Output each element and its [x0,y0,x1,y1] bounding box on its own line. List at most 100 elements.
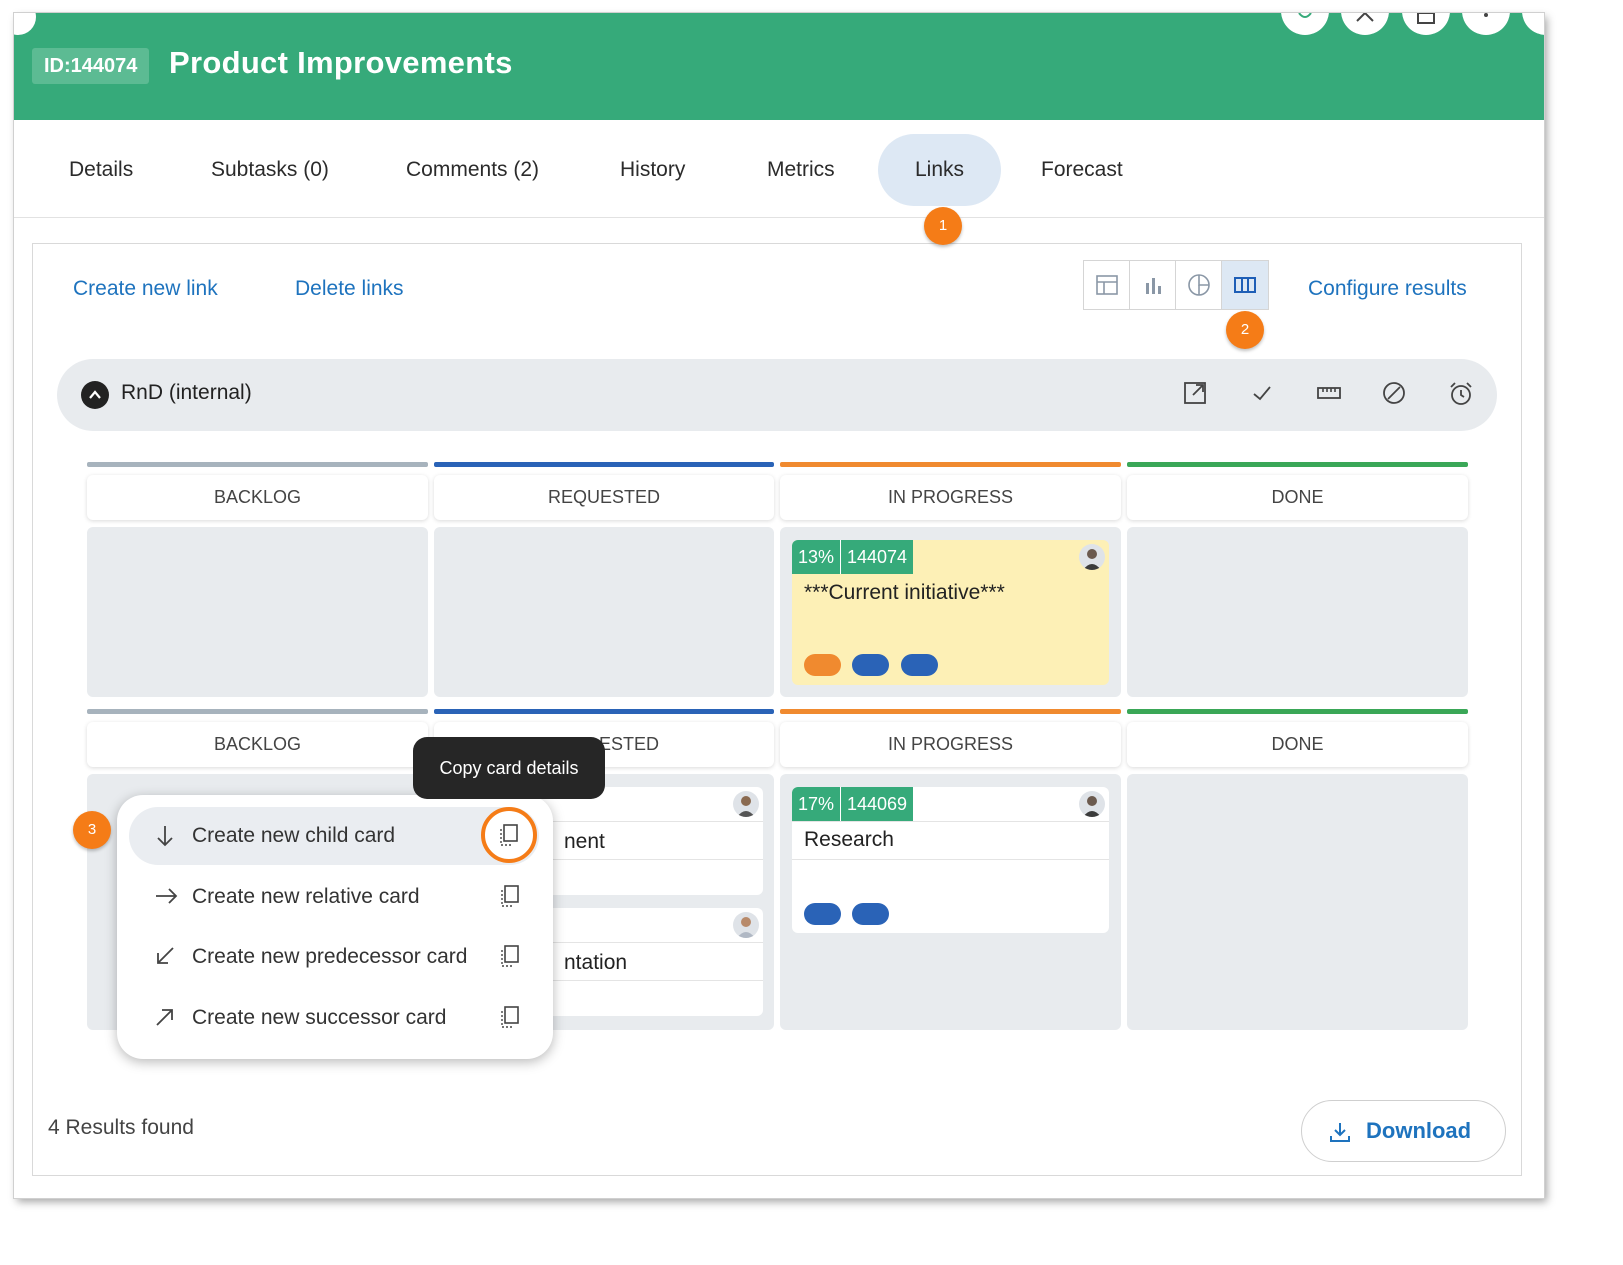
column-bar-backlog [87,709,428,714]
swimlane-title: RnD (internal) [121,381,252,404]
block-icon[interactable] [1382,381,1406,405]
delete-links-button[interactable]: Delete links [295,277,404,301]
tab-forecast[interactable]: Forecast [1004,134,1160,206]
card-tag[interactable] [901,654,938,676]
column-body-requested [434,527,774,697]
card-progress: 13% [792,540,840,574]
column-header-requested: REQUESTED [434,475,774,520]
close-button[interactable] [1522,13,1544,35]
card-id: 144069 [840,787,914,821]
column-bar-backlog [87,462,428,467]
download-button[interactable]: Download [1301,1100,1506,1162]
tab-history[interactable]: History [583,134,722,206]
column-body-done [1127,774,1468,1030]
results-count: 4 Results found [48,1116,194,1139]
arrow-right-icon [156,888,178,904]
avatar[interactable] [733,791,759,817]
board-icon [1417,13,1435,24]
card-id-badge: ID:144074 [32,48,150,84]
copy-card-details-tooltip: Copy card details [413,737,605,799]
copy-card-details-button[interactable] [481,807,537,863]
menu-item-label: Create new relative card [192,885,420,908]
card-tag[interactable] [804,903,841,925]
create-predecessor-card-item[interactable]: Create new predecessor card [129,928,539,986]
arrow-up-right-icon [156,1009,173,1026]
pie-view-button[interactable] [1176,261,1222,309]
ruler-icon[interactable] [1316,381,1342,405]
board-button[interactable] [1402,13,1450,35]
card-title: ***Current initiative*** [804,581,1005,604]
swimlane-header: RnD (internal) [57,359,1497,431]
create-successor-card-item[interactable]: Create new successor card [129,989,539,1047]
user-avatar-icon [737,796,755,817]
avatar[interactable] [1079,544,1105,570]
column-header-done: DONE [1127,722,1468,767]
card-tag[interactable] [852,903,889,925]
copy-icon [500,824,518,846]
card-progress: 17% [792,787,840,821]
card-tag[interactable] [804,654,841,676]
download-icon [1330,1123,1350,1142]
avatar[interactable] [1079,791,1105,817]
board-view-button[interactable] [1222,261,1268,309]
card-tag[interactable] [852,654,889,676]
kanban-card-current[interactable]: 13% 144074 ***Current initiative*** [792,540,1109,685]
tab-details[interactable]: Details [32,134,170,206]
more-button[interactable] [1462,13,1510,35]
table-view-button[interactable] [1084,261,1130,309]
tab-links[interactable]: Links [878,134,1002,206]
card-header: ID:144074 Product Improvements [14,13,1544,120]
copy-icon[interactable] [499,884,521,908]
column-bar-requested [434,709,774,714]
copy-icon[interactable] [499,944,521,968]
tab-subtasks[interactable]: Subtasks (0) [174,134,366,206]
column-bar-in-progress [780,462,1121,467]
check-icon[interactable] [1250,381,1274,405]
user-avatar-icon [1083,549,1101,570]
column-header-backlog: BACKLOG [87,475,428,520]
step-marker-1: 1 [924,207,962,245]
download-label: Download [1366,1118,1472,1143]
share-button[interactable] [1281,13,1329,35]
user-avatar-icon [737,917,755,938]
column-header-in-progress: IN PROGRESS [780,722,1121,767]
chart-view-button[interactable] [1130,261,1176,309]
create-new-link-button[interactable]: Create new link [73,277,218,301]
user-avatar-icon [1083,796,1101,817]
arrow-down-left-icon [157,947,174,964]
bar-chart-icon [1145,278,1161,294]
chevron-up-icon [89,390,101,399]
create-child-card-item[interactable]: Create new child card [129,807,539,865]
column-header-backlog: BACKLOG [87,722,428,767]
configure-results-button[interactable]: Configure results [1308,277,1467,301]
card-details-window: ID:144074 Product Improvements Details S… [14,13,1544,1198]
column-body-in-progress: 13% 144074 ***Current initiative*** [780,527,1121,697]
column-body-done [1127,527,1468,697]
create-relative-card-item[interactable]: Create new relative card [129,868,539,926]
tab-comments[interactable]: Comments (2) [369,134,576,206]
card-title: Product Improvements [169,45,513,80]
collapse-lane-button[interactable] [81,381,109,409]
menu-item-label: Create new child card [192,824,396,847]
back-button[interactable] [14,13,36,35]
notify-button[interactable] [1341,13,1389,35]
column-body-in-progress: 17% 144069 Research [780,774,1121,1030]
link-icon [1298,13,1312,18]
create-card-menu: Create new child card Create new relativ… [117,795,553,1059]
more-icon [1484,13,1488,17]
tab-bar: Details Subtasks (0) Comments (2) Histor… [14,120,1544,218]
column-bar-in-progress [780,709,1121,714]
alarm-clock-icon[interactable] [1448,381,1474,407]
copy-icon[interactable] [499,1005,521,1029]
table-view-icon [1095,275,1118,295]
tab-metrics[interactable]: Metrics [730,134,872,206]
card-title: ntation [564,951,628,974]
open-external-icon[interactable] [1183,381,1207,405]
kanban-card-research[interactable]: 17% 144069 Research [792,787,1109,933]
step-marker-3: 3 [73,811,111,849]
board-view-icon [1234,277,1256,293]
pie-chart-icon [1187,274,1210,296]
step-marker-2: 2 [1226,311,1264,349]
column-bar-done [1127,709,1468,714]
avatar[interactable] [733,912,759,938]
